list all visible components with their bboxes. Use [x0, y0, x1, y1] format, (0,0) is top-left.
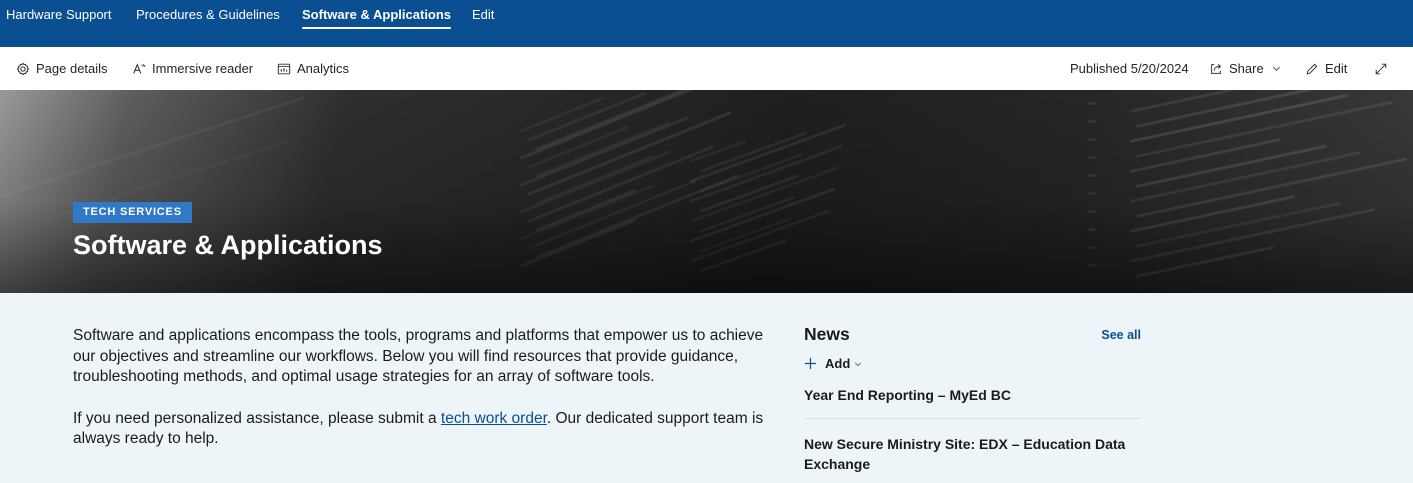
- plus-icon: [804, 357, 817, 370]
- share-icon: [1211, 63, 1222, 74]
- assistance-paragraph: If you need personalized assistance, ple…: [73, 409, 783, 450]
- chevron-down-icon: [1272, 66, 1280, 72]
- immersive-reader-button[interactable]: Immersive reader: [132, 47, 253, 90]
- hero-banner: TECH SERVICES Software & Applications: [0, 90, 1413, 293]
- pencil-icon: [1306, 63, 1318, 74]
- news-item[interactable]: Year End Reporting – MyEd BC: [804, 385, 1141, 405]
- news-divider: [804, 418, 1141, 419]
- page-details-button[interactable]: Page details: [16, 47, 108, 90]
- news-webpart: News See all Add Year End Reporting – My…: [804, 324, 1141, 472]
- expand-icon: [1375, 63, 1387, 74]
- nav-hardware-support[interactable]: Hardware Support: [6, 7, 112, 29]
- news-item[interactable]: New Secure Ministry Site: EDX – Educatio…: [804, 434, 1141, 474]
- edit-button[interactable]: Edit: [1305, 47, 1347, 90]
- nav-procedures-guidelines[interactable]: Procedures & Guidelines: [136, 7, 280, 29]
- intro-text-section: Software and applications encompass the …: [73, 326, 783, 471]
- tech-work-order-link[interactable]: tech work order: [441, 410, 547, 427]
- chevron-down-icon: [855, 361, 862, 366]
- nav-software-applications[interactable]: Software & Applications: [302, 7, 452, 29]
- add-label: Add: [825, 356, 851, 371]
- expand-button[interactable]: [1374, 47, 1394, 90]
- analytics-label: Analytics: [297, 61, 350, 76]
- command-bar: Page details Immersive reader Analytics …: [0, 47, 1413, 90]
- news-heading: News: [804, 324, 850, 344]
- analytics-button[interactable]: Analytics: [277, 47, 349, 90]
- published-date: Published 5/20/2024: [1070, 47, 1189, 90]
- page-title: Software & Applications: [73, 230, 383, 260]
- nav-edit[interactable]: Edit: [472, 7, 494, 29]
- analytics-icon: [277, 63, 291, 74]
- immersive-reader-icon: [133, 62, 146, 74]
- hero-shade: [0, 90, 1413, 293]
- immersive-reader-label: Immersive reader: [152, 61, 254, 76]
- intro-paragraph: Software and applications encompass the …: [73, 327, 764, 385]
- share-label: Share: [1229, 61, 1264, 76]
- site-top-nav: Hardware Support Procedures & Guidelines…: [0, 0, 1413, 47]
- assistance-text-before: If you need personalized assistance, ple…: [73, 409, 441, 427]
- add-news-button[interactable]: Add: [804, 356, 862, 371]
- topic-tag[interactable]: TECH SERVICES: [73, 202, 192, 223]
- page-details-label: Page details: [36, 61, 108, 76]
- share-button[interactable]: Share: [1209, 47, 1281, 90]
- gear-icon: [16, 62, 30, 75]
- published-label: Published 5/20/2024: [1070, 61, 1189, 76]
- see-all-link[interactable]: See all: [1101, 328, 1141, 342]
- edit-label: Edit: [1325, 61, 1348, 76]
